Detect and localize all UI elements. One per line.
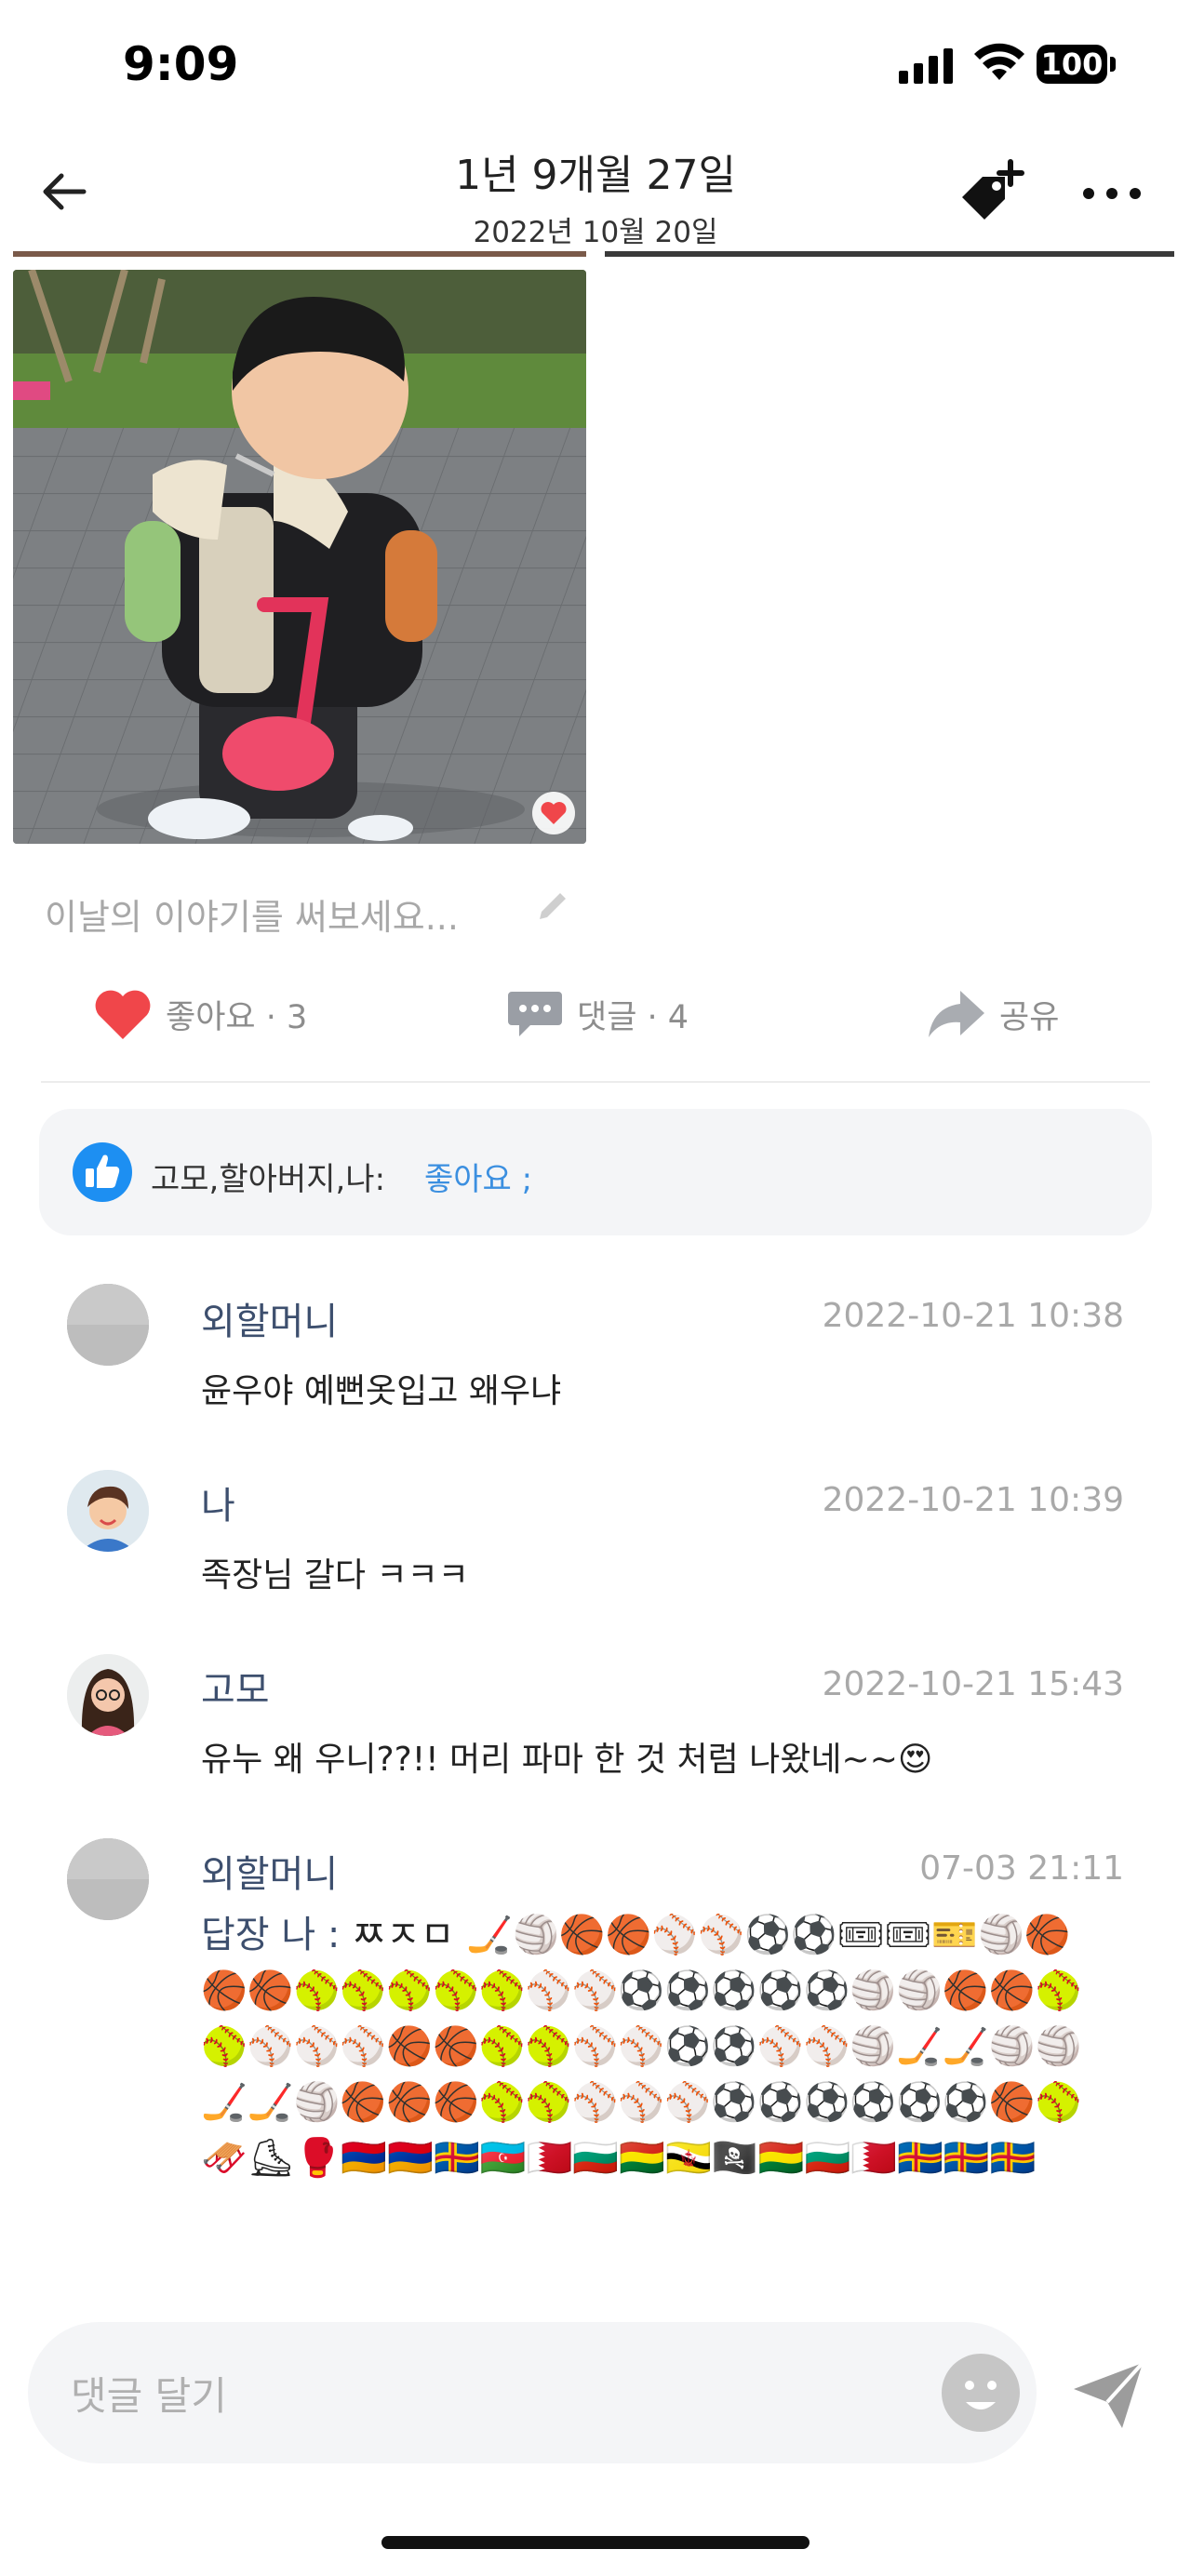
status-bar: 9:09 100 <box>0 0 1191 135</box>
comment-time: 2022-10-21 10:38 <box>822 1297 1124 1335</box>
more-dots-icon[interactable] <box>1079 184 1144 203</box>
cellular-signal-icon <box>899 48 953 84</box>
send-icon[interactable] <box>1070 2357 1146 2434</box>
like-button[interactable]: 좋아요 · 3 <box>93 984 307 1044</box>
photo-like-badge-icon <box>532 792 575 834</box>
wifi-icon <box>974 43 1024 80</box>
avatar[interactable] <box>67 1838 149 1920</box>
like-count-label: 좋아요 · 3 <box>166 998 308 1036</box>
story-input[interactable]: 이날의 이야기를 써보세요... <box>45 888 459 940</box>
previous-photo-edge[interactable] <box>605 251 1174 257</box>
avatar[interactable] <box>67 1284 149 1366</box>
share-label: 공유 <box>999 998 1060 1036</box>
reply-mention[interactable]: 답장 나 : <box>201 1914 352 1956</box>
battery-icon: 100 <box>1037 45 1107 84</box>
photo-thumbnail[interactable] <box>13 270 586 844</box>
home-indicator <box>381 2536 810 2549</box>
divider <box>41 1081 1150 1083</box>
comment-text: 윤우야 예뻔옷입고 왜우냐 <box>201 1372 562 1410</box>
heart-icon <box>95 990 151 1039</box>
comment-text: 답장 나 : ㅉㅈㅁ 🏒🏐🏀🏀⚾⚾⚽⚽🎟🎟🎫🏐🏀🏀🏀🥎🥎🥎🥎🥎⚾⚾⚽⚽⚽⚽⚽🏐🏐… <box>201 1907 1104 2186</box>
avatar[interactable] <box>67 1470 149 1552</box>
comment-count-label: 댓글 · 4 <box>577 998 689 1036</box>
avatar[interactable] <box>67 1654 149 1736</box>
comment-time: 2022-10-21 15:43 <box>822 1665 1124 1703</box>
comment-button[interactable]: 댓글 · 4 <box>506 984 689 1044</box>
comment-text: 유누 왜 우니??!! 머리 파마 한 것 처럼 나왔네~~😍 <box>201 1741 933 1779</box>
comment-author[interactable]: 고모 <box>201 1660 270 1714</box>
thumbs-up-icon <box>73 1142 132 1202</box>
battery-tip <box>1110 57 1116 72</box>
likes-names: 고모,할아버지,나: <box>151 1161 386 1198</box>
comment-input[interactable]: 댓글 달기 <box>71 2365 227 2422</box>
likes-label: 좋아요 ; <box>424 1161 533 1198</box>
comment-time: 2022-10-21 10:39 <box>822 1481 1124 1519</box>
comment-bubble-icon <box>508 992 562 1036</box>
comment-time: 07-03 21:11 <box>919 1849 1124 1888</box>
share-button[interactable]: 공유 <box>927 984 1059 1044</box>
emoji-face-icon[interactable] <box>940 2352 1022 2434</box>
tag-plus-icon[interactable] <box>953 158 1027 233</box>
pencil-icon[interactable] <box>532 886 573 927</box>
comment-text: 족장님 갈다 ㅋㅋㅋ <box>201 1556 469 1595</box>
comment-author[interactable]: 외할머니 <box>201 1844 338 1898</box>
comment-author[interactable]: 외할머니 <box>201 1291 338 1345</box>
previous-photo-edge[interactable] <box>13 251 586 257</box>
status-time: 9:09 <box>123 37 239 91</box>
share-arrow-icon <box>929 991 984 1037</box>
comment-author[interactable]: 나 <box>201 1475 235 1529</box>
